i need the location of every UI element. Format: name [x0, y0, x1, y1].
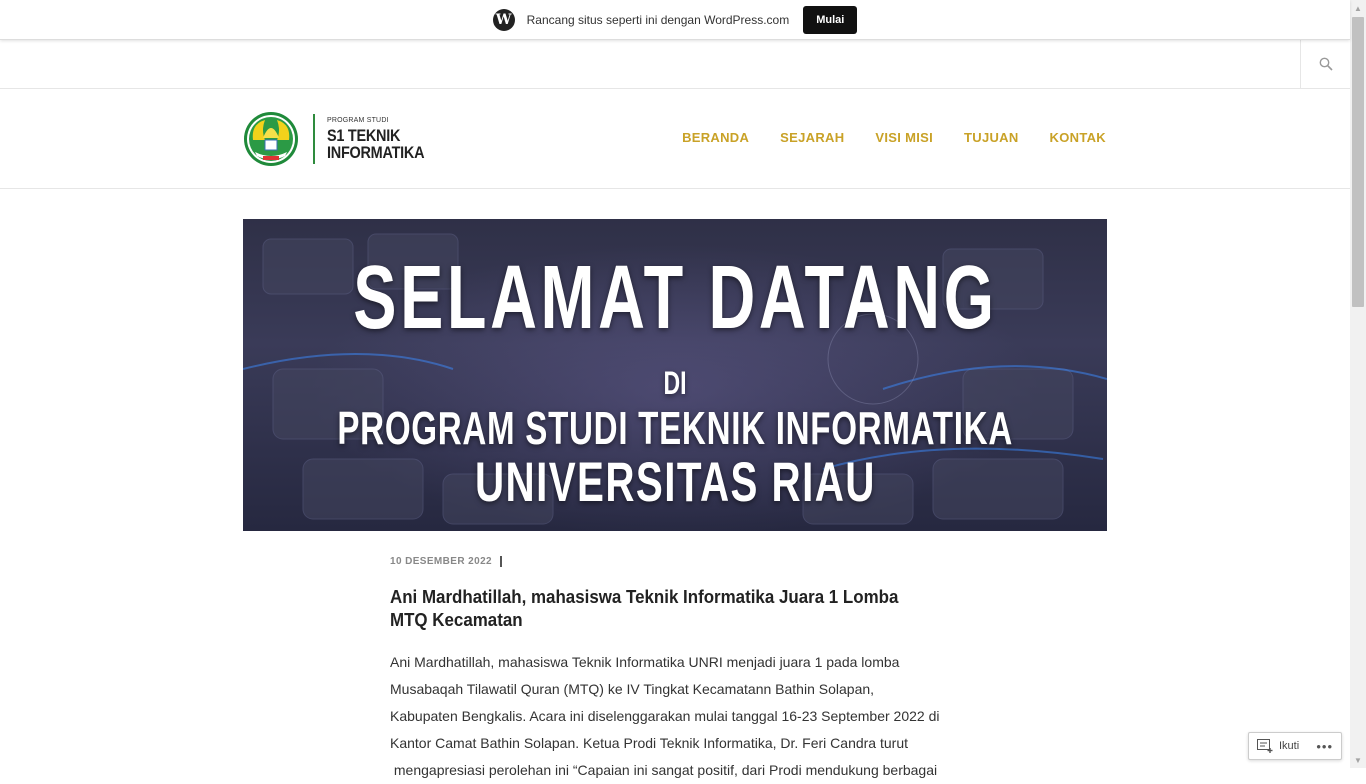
- nav-item-sejarah[interactable]: SEJARAH: [780, 130, 844, 145]
- follow-label[interactable]: Ikuti: [1279, 740, 1299, 752]
- post-title[interactable]: Ani Mardhatillah, mahasiswa Teknik Infor…: [390, 586, 916, 632]
- nav-item-kontak[interactable]: KONTAK: [1050, 130, 1106, 145]
- post-body: Ani Mardhatillah, mahasiswa Teknik Infor…: [390, 649, 960, 784]
- brand-subtitle: PROGRAM STUDI: [327, 117, 389, 124]
- hero-connector: DI: [663, 365, 687, 401]
- post-article: 10 DESEMBER 2022 Ani Mardhatillah, mahas…: [390, 556, 960, 784]
- brand-text: PROGRAM STUDI S1 TEKNIK INFORMATIKA: [327, 117, 441, 161]
- search-button[interactable]: [1300, 40, 1350, 88]
- meta-separator: [500, 556, 503, 567]
- post-meta: 10 DESEMBER 2022: [390, 556, 960, 567]
- brand-divider: [313, 114, 315, 164]
- hero-headline: SELAMAT DATANG DI PROGRAM STUDI TEKNIK I…: [243, 219, 1107, 531]
- nav-item-visi-misi[interactable]: VISI MISI: [875, 130, 933, 145]
- main-nav: BERANDA SEJARAH VISI MISI TUJUAN KONTAK: [682, 130, 1106, 145]
- post-body-line: Musabaqah Tilawatil Quran (MTQ) ke IV Ti…: [390, 681, 875, 697]
- site-header: PROGRAM STUDI S1 TEKNIK INFORMATIKA BERA…: [0, 89, 1350, 189]
- follow-widget[interactable]: Ikuti •••: [1248, 732, 1342, 760]
- post-body-line: Ani Mardhatillah, mahasiswa Teknik Infor…: [390, 654, 900, 670]
- post-date[interactable]: 10 DESEMBER 2022: [390, 556, 492, 567]
- hero-university: UNIVERSITAS RIAU: [474, 450, 876, 513]
- search-icon: [1319, 57, 1333, 71]
- post-body-line: Kabupaten Bengkalis. Acara ini diselengg…: [390, 708, 940, 724]
- brand-title-line1: S1 TEKNIK: [327, 126, 401, 145]
- university-emblem-icon: [244, 112, 298, 166]
- vertical-scrollbar[interactable]: ▲ ▼: [1350, 0, 1366, 768]
- hero-program: PROGRAM STUDI TEKNIK INFORMATIKA: [337, 402, 1013, 454]
- nav-item-tujuan[interactable]: TUJUAN: [964, 130, 1019, 145]
- site-logo[interactable]: PROGRAM STUDI S1 TEKNIK INFORMATIKA: [243, 109, 441, 169]
- post-body-line: mengapresiasi perolehan ini “Capaian ini…: [390, 762, 938, 778]
- more-options-icon[interactable]: •••: [1316, 739, 1333, 754]
- wordpress-logo-icon[interactable]: W: [492, 8, 515, 31]
- brand-title-line2: INFORMATIKA: [327, 143, 425, 162]
- scrollbar-thumb[interactable]: [1352, 17, 1364, 307]
- wordpress-promo-bar: W Rancang situs seperti ini dengan WordP…: [0, 0, 1350, 40]
- search-strip: [0, 40, 1350, 89]
- scroll-up-icon[interactable]: ▲: [1350, 0, 1366, 16]
- hero-banner: SELAMAT DATANG DI PROGRAM STUDI TEKNIK I…: [243, 219, 1107, 531]
- post-body-line: Kantor Camat Bathin Solapan. Ketua Prodi…: [390, 735, 908, 751]
- promo-message: Rancang situs seperti ini dengan WordPre…: [526, 12, 790, 27]
- start-button[interactable]: Mulai: [803, 5, 858, 34]
- scroll-down-icon[interactable]: ▼: [1350, 752, 1366, 768]
- hero-title: SELAMAT DATANG: [352, 248, 998, 348]
- reader-follow-icon: [1257, 739, 1273, 753]
- nav-item-beranda[interactable]: BERANDA: [682, 130, 749, 145]
